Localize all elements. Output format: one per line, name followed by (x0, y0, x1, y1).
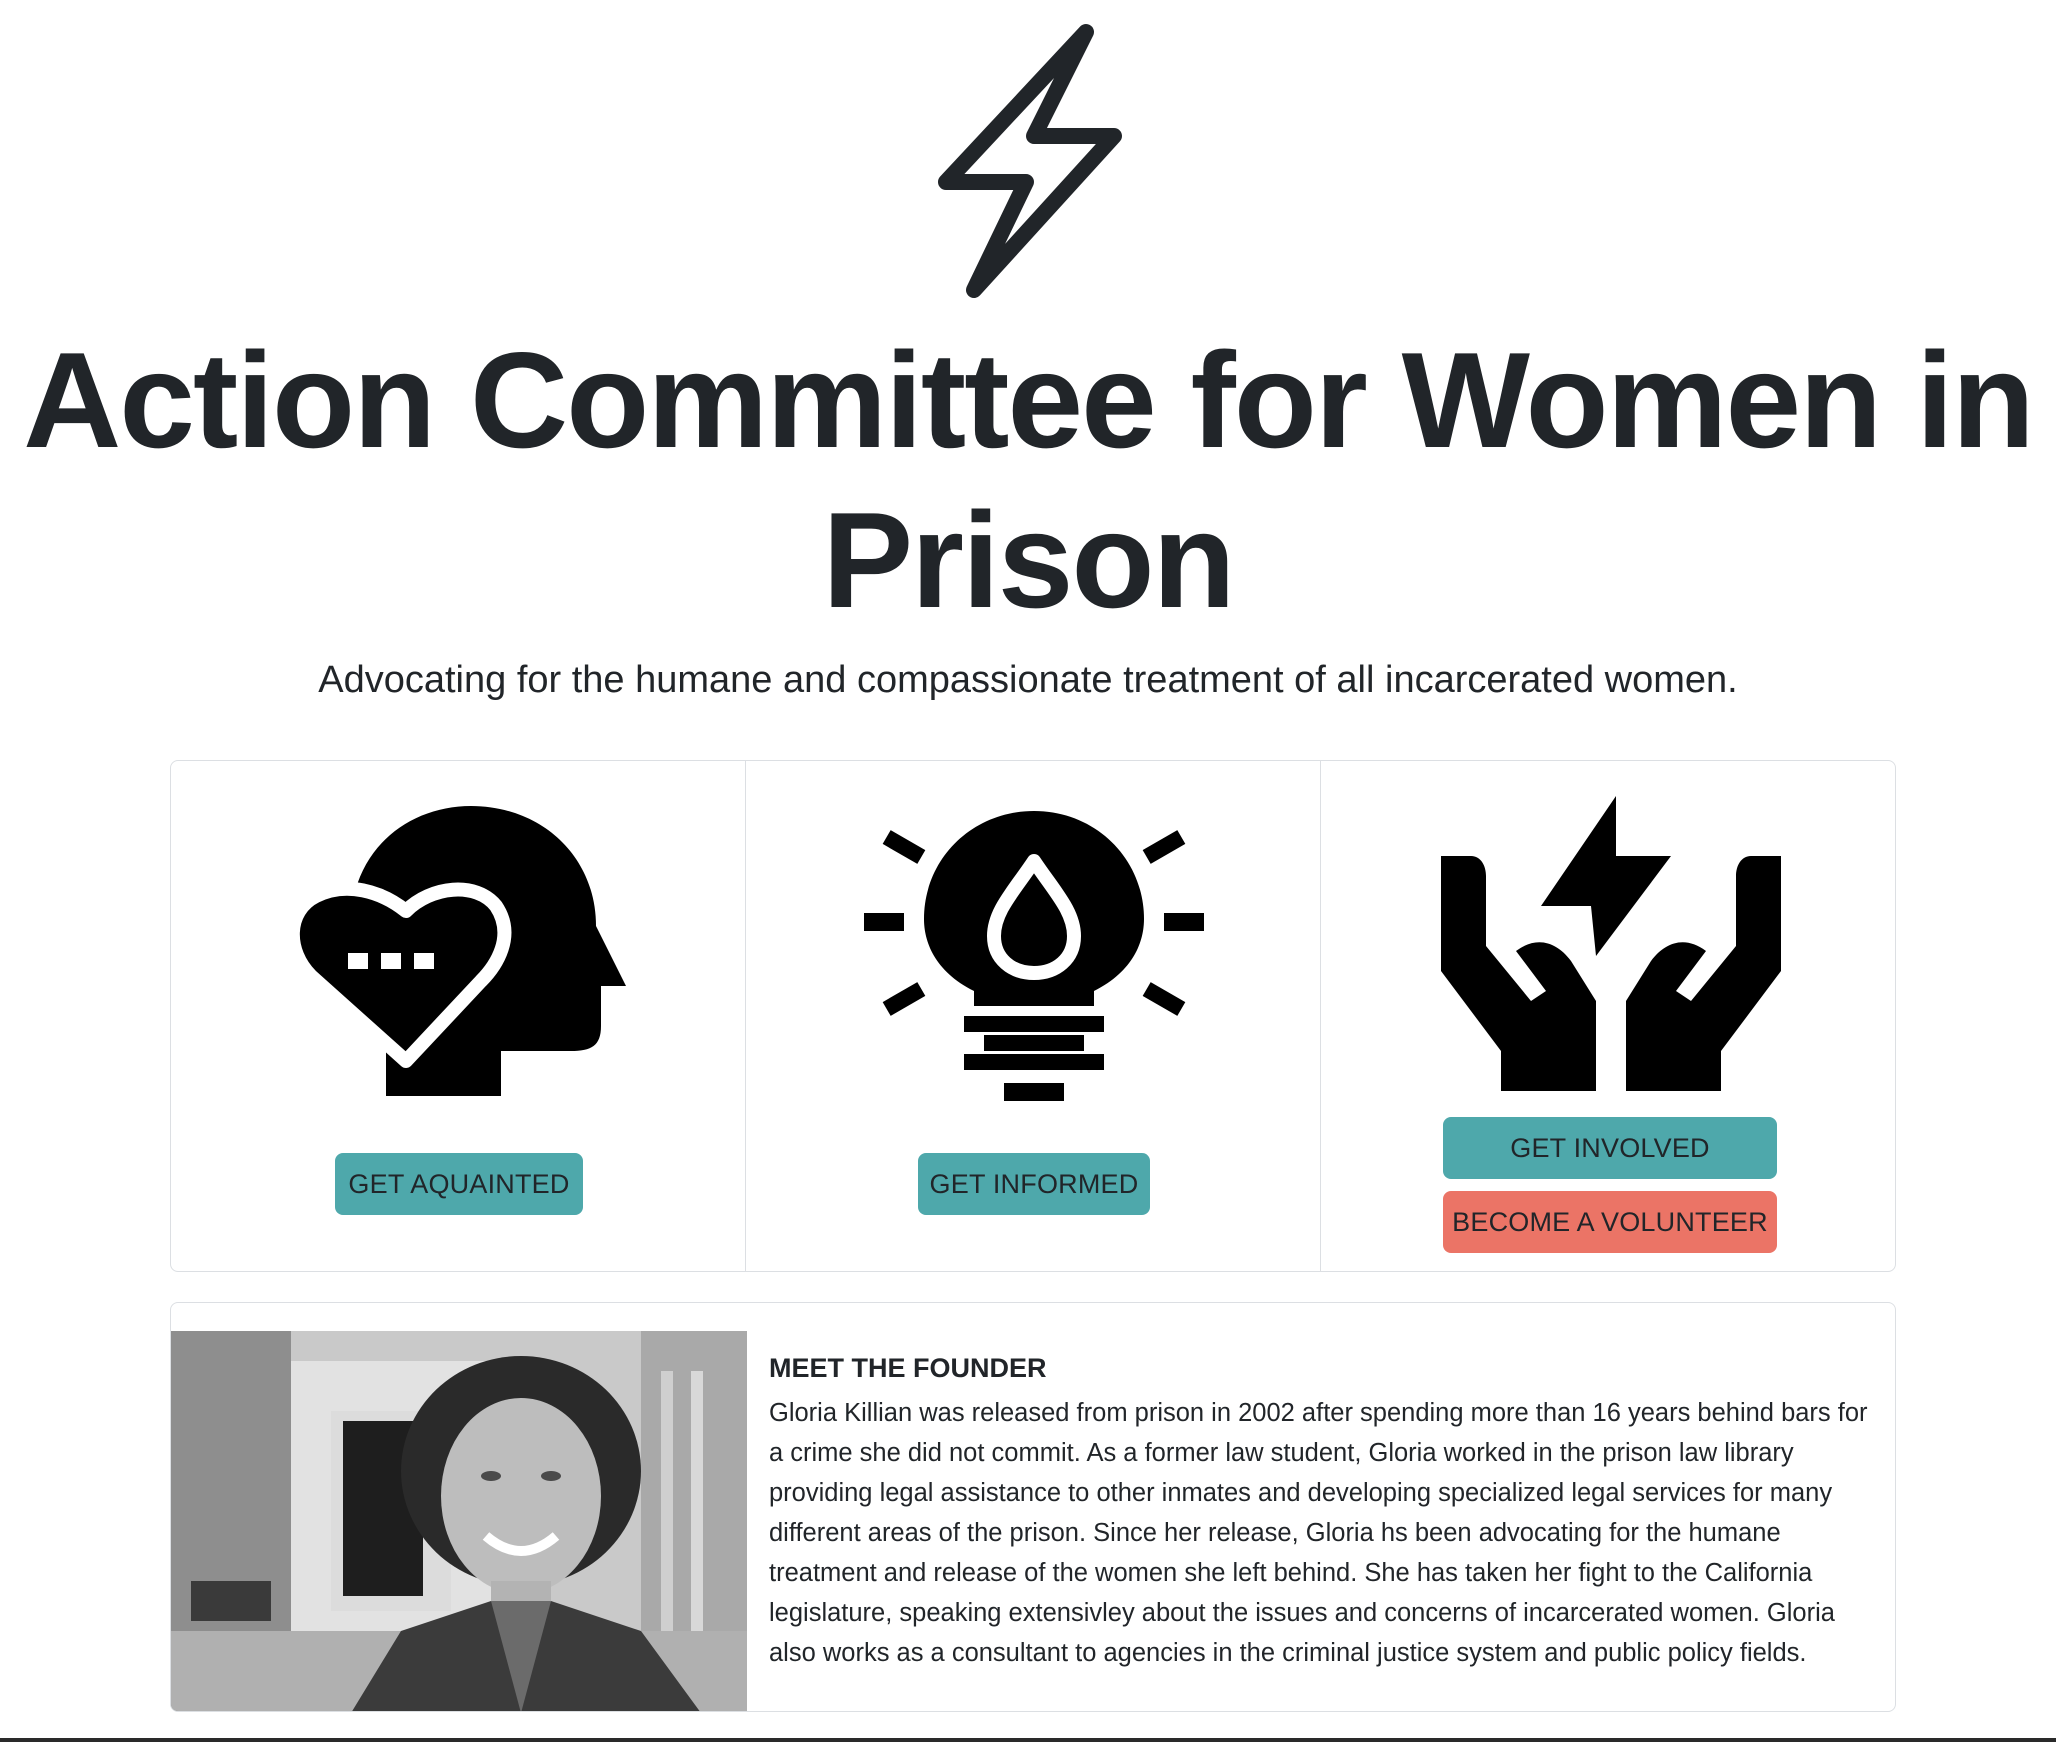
page-title: Action Committee for Women in Prison (23, 324, 2035, 636)
become-volunteer-button[interactable]: BECOME A VOLUNTEER (1443, 1191, 1777, 1253)
get-informed-button[interactable]: GET INFORMED (918, 1153, 1150, 1215)
card-get-informed: GET INFORMED (746, 761, 1321, 1271)
bottom-divider (0, 1738, 2056, 1742)
lightning-bolt-icon (938, 24, 1122, 298)
hands-lightning-icon (1441, 796, 1781, 1091)
founder-heading: MEET THE FOUNDER (769, 1353, 1047, 1383)
page-subtitle: Advocating for the humane and compassion… (318, 659, 1738, 701)
founder-bio: Gloria Killian was released from prison … (769, 1399, 1868, 1667)
founder-portrait-photo (171, 1331, 747, 1711)
get-involved-button[interactable]: GET INVOLVED (1443, 1117, 1777, 1179)
lightbulb-drop-icon (864, 811, 1204, 1101)
card-get-aquainted: GET AQUAINTED (171, 761, 746, 1271)
get-aquainted-button[interactable]: GET AQUAINTED (335, 1153, 583, 1215)
action-cards: GET AQUAINTED GET INFORMED GET INVOLVED … (170, 760, 1896, 1272)
page: Action Committee for Women in Prison Adv… (0, 0, 2056, 1742)
founder-portrait-image (171, 1331, 747, 1711)
card-get-involved: GET INVOLVED BECOME A VOLUNTEER (1321, 761, 1895, 1271)
head-heart-icon (291, 806, 626, 1096)
founder-section: MEET THE FOUNDER Gloria Killian was rele… (170, 1302, 1896, 1712)
